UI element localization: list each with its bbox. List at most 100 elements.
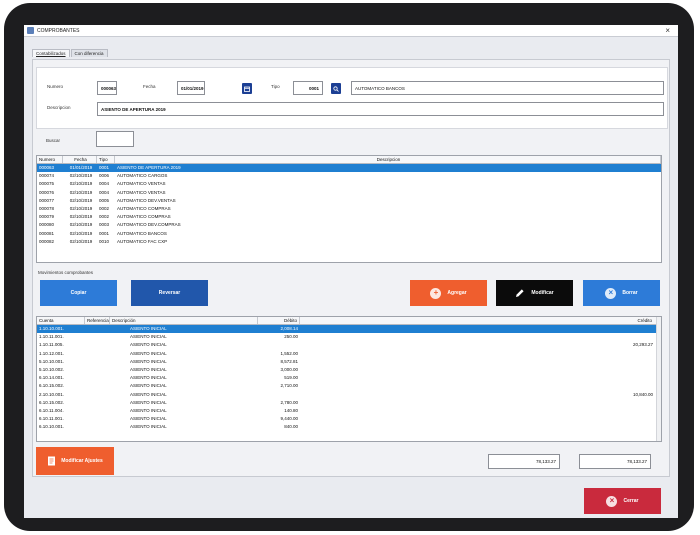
vouchers-body: 000063 01/01/2019 0001 ASIENTO DE APERTURA …: [37, 164, 661, 246]
col-descripcion[interactable]: Descripcion: [115, 156, 661, 163]
numero-cell: 000078: [39, 205, 55, 211]
debito-cell: 9,440.00: [280, 416, 298, 422]
entry-row[interactable]: 2.10.10.001. ASIENTO INICIAL 10,840.00: [37, 391, 661, 399]
numero-cell: 000080: [39, 222, 55, 228]
descripcion-cell: AUTOMATICO COMPRAS: [117, 205, 171, 211]
tipo-cell: 0001: [99, 230, 110, 236]
descripcion-field[interactable]: ASIENTO DE APERTURA 2019: [97, 102, 664, 116]
modificar-button[interactable]: Modificar: [496, 280, 573, 306]
voucher-row[interactable]: 000077 02/10/2019 0005 AUTOMATICO DEV.VENTA…: [37, 197, 661, 205]
entry-row[interactable]: 1.10.11.005. ASIENTO INICIAL 20,293.27: [37, 341, 661, 349]
fecha-cell: 02/10/2019: [69, 230, 93, 236]
debito-cell: 1,552.00: [280, 350, 298, 356]
cuenta-cell: 6.10.14.001.: [39, 375, 65, 381]
descripcion-label: Descripcion: [47, 105, 71, 110]
entry-row[interactable]: 6.10.10.001. ASIENTO INICIAL 840.00: [37, 423, 661, 431]
tipo-search-button[interactable]: [331, 83, 341, 94]
descripcion-cell: AUTOMATICO DEV.VENTAS: [117, 197, 176, 203]
buscar-input[interactable]: [96, 131, 134, 147]
close-icon[interactable]: ×: [665, 26, 670, 36]
entry-row[interactable]: 5.10.10.001. ASIENTO INICIAL 8,572.81: [37, 358, 661, 366]
tipo-field[interactable]: 0001: [293, 81, 323, 95]
tipo-cell: 0006: [99, 173, 110, 179]
modificar-ajustes-button[interactable]: Modificar Ajustes: [36, 447, 114, 475]
fecha-cell: 02/10/2019: [69, 173, 93, 179]
debito-cell: 2,710.00: [280, 383, 298, 389]
modificar-ajustes-label: Modificar Ajustes: [61, 458, 103, 464]
numero-cell: 000076: [39, 189, 55, 195]
numero-cell: 000075: [39, 181, 55, 187]
close-circle-icon: ×: [605, 287, 617, 299]
entry-row[interactable]: 6.10.11.004. ASIENTO INICIAL 140.80: [37, 407, 661, 415]
entry-row[interactable]: 5.10.10.002. ASIENTO INICIAL 3,000.00: [37, 366, 661, 374]
entry-row[interactable]: 1.10.12.001. ASIENTO INICIAL 1,552.00: [37, 350, 661, 358]
voucher-row[interactable]: 000082 02/10/2019 0010 AUTOMATICO FAC CXP: [37, 238, 661, 246]
voucher-row[interactable]: 000076 02/10/2019 0004 AUTOMATICO VENTAS: [37, 189, 661, 197]
debito-cell: 2,780.00: [280, 399, 298, 405]
descripcion-mov-cell: ASIENTO INICIAL: [130, 342, 167, 348]
referencia-cell: [85, 399, 110, 407]
col-numero[interactable]: Numero: [37, 156, 63, 163]
tipo-cell: 0002: [99, 205, 110, 211]
debito-cell: 3,000.00: [280, 366, 298, 372]
cerrar-button[interactable]: × Cerrar: [584, 488, 661, 514]
tab-con-diferencia[interactable]: Con diferencia: [70, 49, 108, 57]
agregar-button[interactable]: + Agregar: [410, 280, 487, 306]
voucher-row[interactable]: 000080 02/10/2019 0003 AUTOMATICO DEV.COMPR…: [37, 221, 661, 229]
cuenta-cell: 6.10.11.001.: [39, 416, 64, 422]
voucher-row[interactable]: 000079 02/10/2019 0002 AUTOMATICO COMPRAS: [37, 213, 661, 221]
entry-row[interactable]: 6.10.11.001. ASIENTO INICIAL 9,440.00: [37, 415, 661, 423]
voucher-row[interactable]: 000078 02/10/2019 0002 AUTOMATICO COMPRAS: [37, 205, 661, 213]
close-circle-icon: ×: [606, 495, 618, 507]
tipo-cell: 0004: [99, 181, 110, 187]
referencia-cell: [85, 358, 110, 366]
numero-cell: 000081: [39, 230, 55, 236]
vouchers-header: Numero Fecha Tipo Descripcion: [37, 156, 661, 164]
voucher-row[interactable]: 000063 01/01/2019 0001 ASIENTO DE APERTURA …: [37, 164, 661, 173]
entry-row[interactable]: 1.10.10.001. ASIENTO INICIAL 2,008.14: [37, 325, 661, 334]
voucher-row[interactable]: 000081 02/10/2019 0001 AUTOMATICO BANCOS: [37, 230, 661, 238]
entry-row[interactable]: 6.10.14.001. ASIENTO INICIAL 519.00: [37, 374, 661, 382]
voucher-row[interactable]: 000075 02/10/2019 0004 AUTOMATICO VENTAS: [37, 180, 661, 188]
referencia-cell: [85, 374, 110, 382]
descripcion-cell: AUTOMATICO CARGOS: [117, 173, 168, 179]
col-tipo[interactable]: Tipo: [97, 156, 115, 163]
fecha-field[interactable]: 01/01/2019: [177, 81, 205, 95]
debito-cell: 8,572.81: [280, 358, 298, 364]
tablet-bezel: COMPROBANTES × Contabilizados Con difere…: [4, 3, 694, 531]
col-descripcion-mov[interactable]: Descripción: [110, 317, 258, 324]
entry-row[interactable]: 1.10.11.001. ASIENTO INICIAL 250.00: [37, 333, 661, 341]
pencil-icon: [516, 289, 524, 297]
col-fecha[interactable]: Fecha: [63, 156, 97, 163]
numero-cell: 000082: [39, 238, 55, 244]
descripcion-mov-cell: ASIENTO INICIAL: [130, 383, 167, 389]
col-cuenta[interactable]: Cuenta: [37, 317, 85, 324]
col-credito[interactable]: Crédito: [300, 317, 661, 324]
borrar-button[interactable]: × Borrar: [583, 280, 660, 306]
referencia-cell: [85, 423, 110, 431]
copiar-button[interactable]: Copiar: [40, 280, 117, 306]
numero-field[interactable]: 000063: [97, 81, 117, 95]
numero-cell: 000063: [39, 165, 55, 170]
window-title: COMPROBANTES: [37, 27, 80, 34]
col-debito[interactable]: Débito: [258, 317, 300, 324]
tipo-cell: 0003: [99, 222, 110, 228]
descripcion-cell: AUTOMATICO FAC CXP: [117, 238, 168, 244]
voucher-row[interactable]: 000074 02/10/2019 0006 AUTOMATICO CARGOS: [37, 172, 661, 180]
credito-cell: [300, 333, 661, 341]
tipo-cell: 0002: [99, 214, 110, 220]
calendar-button[interactable]: [242, 83, 252, 94]
tab-contabilizados[interactable]: Contabilizados: [32, 49, 70, 57]
fecha-cell: 02/10/2019: [69, 197, 93, 203]
reversar-button[interactable]: Reversar: [131, 280, 208, 306]
entries-body: 1.10.10.001. ASIENTO INICIAL 2,008.14 1.10.…: [37, 325, 661, 431]
descripcion-mov-cell: ASIENTO INICIAL: [130, 399, 167, 405]
tipo-cell: 0004: [99, 189, 110, 195]
entries-scrollbar[interactable]: [656, 317, 661, 441]
entry-row[interactable]: 6.10.15.002. ASIENTO INICIAL 2,710.00: [37, 382, 661, 390]
debito-cell: [258, 391, 300, 399]
col-referencia[interactable]: Referencia: [85, 317, 110, 324]
entry-row[interactable]: 6.10.15.002. ASIENTO INICIAL 2,780.00: [37, 399, 661, 407]
tipo-description-field: AUTOMATICO BANCOS: [351, 81, 664, 95]
credito-cell: 20,293.27: [632, 342, 653, 348]
